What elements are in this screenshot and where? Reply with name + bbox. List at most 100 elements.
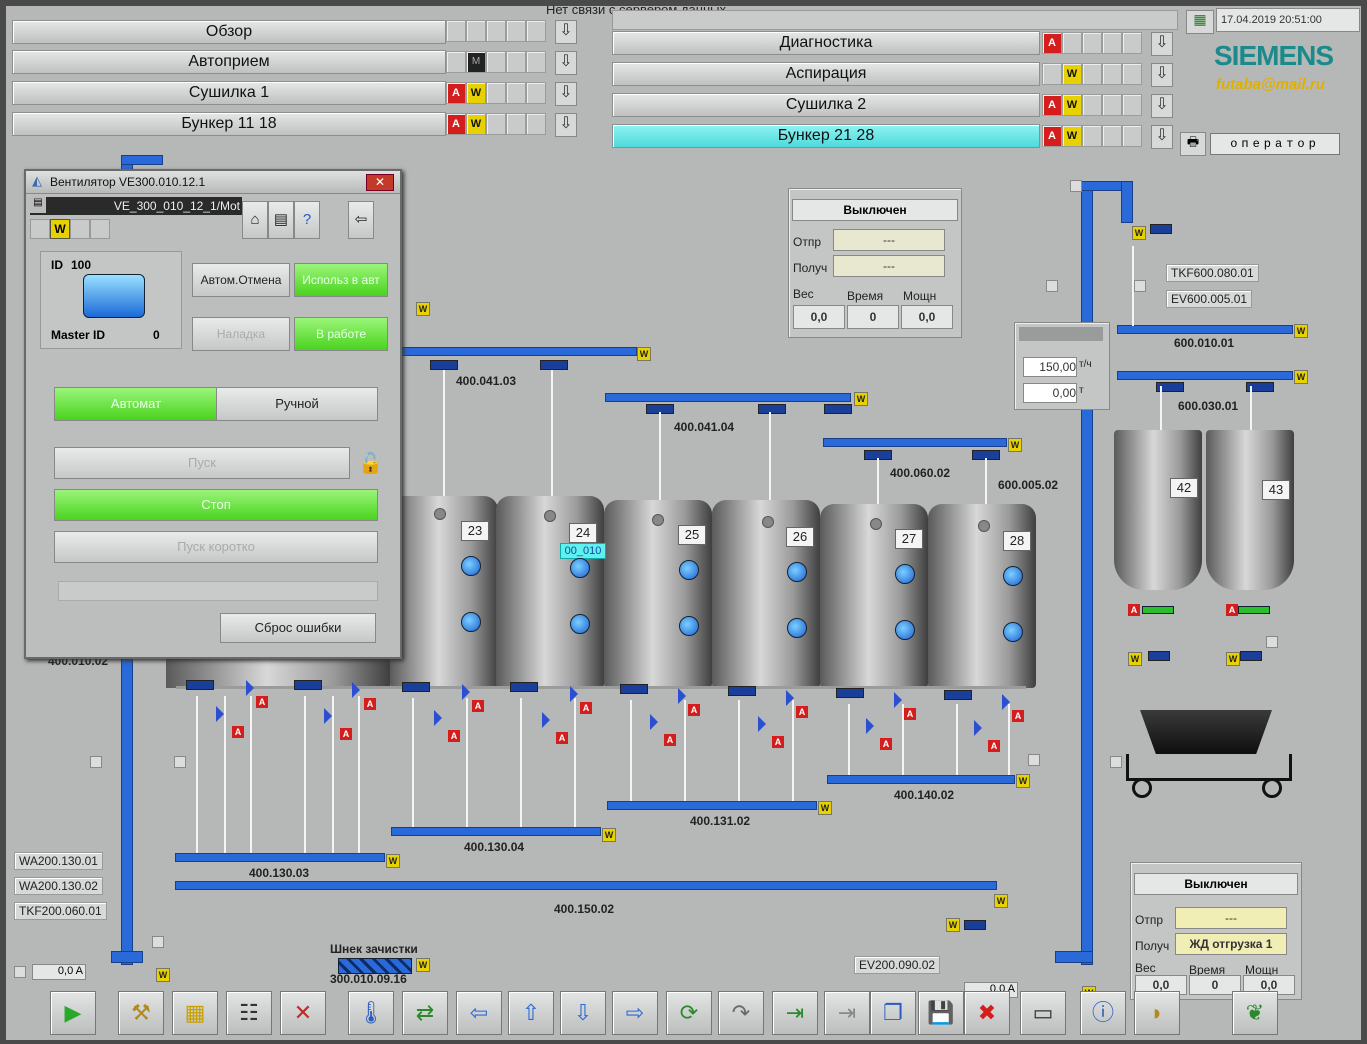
motor-icon[interactable] xyxy=(836,688,864,698)
tag-tkf600-080-01[interactable]: TKF600.080.01 xyxy=(1166,264,1259,282)
valve-icon[interactable] xyxy=(324,708,332,724)
fan-icon[interactable] xyxy=(679,616,699,636)
printer-icon[interactable]: 🖶 xyxy=(1180,132,1206,156)
valve-icon[interactable] xyxy=(866,718,874,734)
motor-icon[interactable] xyxy=(402,682,430,692)
tag-ev200-090-02[interactable]: EV200.090.02 xyxy=(854,956,941,974)
home-icon[interactable]: ⌂ xyxy=(242,201,268,239)
list-icon[interactable]: ☷ xyxy=(226,991,272,1035)
motor-icon[interactable] xyxy=(186,680,214,690)
auto-cancel-button[interactable]: Автом.Отмена xyxy=(192,263,290,297)
nav-auto-receive[interactable]: Автоприем xyxy=(12,50,446,74)
tag-wa200-130-02[interactable]: WA200.130.02 xyxy=(14,877,103,895)
thermometer-icon[interactable]: 🌡 xyxy=(348,991,394,1035)
motor-icon[interactable] xyxy=(728,686,756,696)
fan-icon[interactable] xyxy=(461,556,481,576)
motor-icon[interactable] xyxy=(824,404,852,414)
reset-error-button[interactable]: Сброс ошибки xyxy=(220,613,376,643)
export-icon[interactable]: ⇥ xyxy=(824,991,870,1035)
motor-icon[interactable] xyxy=(430,360,458,370)
fan-icon[interactable] xyxy=(570,558,590,578)
report-icon[interactable]: ▦ xyxy=(172,991,218,1035)
valve-icon[interactable] xyxy=(542,712,550,728)
arrow-down-icon[interactable]: ⇩ xyxy=(1151,32,1173,56)
arrow-down-icon[interactable]: ⇩ xyxy=(555,20,577,44)
lock-icon[interactable]: 🔓 xyxy=(358,451,383,476)
arrow-down-icon[interactable]: ⇩ xyxy=(560,991,606,1035)
fan-icon[interactable] xyxy=(1003,622,1023,642)
arrow-right-icon[interactable]: ⇨ xyxy=(612,991,658,1035)
nav-dryer-2[interactable]: Сушилка 2 xyxy=(612,93,1040,117)
silo-43[interactable] xyxy=(1206,430,1294,590)
nav-diagnostics[interactable]: Диагностика xyxy=(612,31,1040,55)
silo-42[interactable] xyxy=(1114,430,1202,590)
user-field[interactable]: оператор xyxy=(1210,133,1340,155)
motor-icon[interactable] xyxy=(510,682,538,692)
fan-icon[interactable] xyxy=(679,560,699,580)
tools-icon[interactable]: ⚒ xyxy=(118,991,164,1035)
gate-icon[interactable] xyxy=(1238,606,1270,614)
start-short-button[interactable]: Пуск коротко xyxy=(54,531,378,563)
help-icon[interactable]: ? xyxy=(294,201,320,239)
motor-icon[interactable] xyxy=(1150,224,1172,234)
nav-dryer-1[interactable]: Сушилка 1 xyxy=(12,81,446,105)
start-button[interactable]: Пуск xyxy=(54,447,350,479)
tag-tkf200-060-01[interactable]: TKF200.060.01 xyxy=(14,902,107,920)
motor-icon[interactable] xyxy=(944,690,972,700)
transfer-icon[interactable]: ⇄ xyxy=(402,991,448,1035)
valve-icon[interactable] xyxy=(434,710,442,726)
stop-button[interactable]: Стоп xyxy=(54,489,378,521)
sound-icon[interactable]: ◗ xyxy=(1134,991,1180,1035)
rail-car-icon[interactable] xyxy=(1140,710,1272,754)
nav-aspiration[interactable]: Аспирация xyxy=(612,62,1040,86)
window-titlebar[interactable]: ◭ Вентилятор VE300.010.12.1 ✕ xyxy=(26,171,400,194)
valve-icon[interactable] xyxy=(758,716,766,732)
motor-icon[interactable] xyxy=(294,680,322,690)
tag-wa200-130-01[interactable]: WA200.130.01 xyxy=(14,852,103,870)
arrow-left-icon[interactable]: ⇦ xyxy=(456,991,502,1035)
motor-icon[interactable] xyxy=(620,684,648,694)
to-field[interactable]: --- xyxy=(833,255,945,277)
motor-icon[interactable] xyxy=(758,404,786,414)
to-field[interactable]: ЖД отгрузка 1 xyxy=(1175,933,1287,955)
mode-auto-button[interactable]: Автомат xyxy=(54,387,218,421)
motor-icon[interactable] xyxy=(964,920,986,930)
valve-icon[interactable] xyxy=(894,692,902,708)
nav-overview[interactable]: Обзор xyxy=(12,20,446,44)
import-icon[interactable]: ⇥ xyxy=(772,991,818,1035)
save-icon[interactable]: 💾 xyxy=(918,991,964,1035)
arrow-down-icon[interactable]: ⇩ xyxy=(1151,94,1173,118)
arrow-down-icon[interactable]: ⇩ xyxy=(555,51,577,75)
arrow-down-icon[interactable]: ⇩ xyxy=(555,82,577,106)
refresh-icon[interactable]: ⟳ xyxy=(666,991,712,1035)
use-in-auto-button[interactable]: Использ в авт xyxy=(294,263,388,297)
document-icon[interactable]: ▤ xyxy=(268,201,294,239)
fan-icon[interactable] xyxy=(787,618,807,638)
delete-icon[interactable]: ✖ xyxy=(964,991,1010,1035)
redo-icon[interactable]: ↷ xyxy=(718,991,764,1035)
fan-icon[interactable] xyxy=(1003,566,1023,586)
motor-icon[interactable] xyxy=(1240,651,1262,661)
setup-button[interactable]: Наладка xyxy=(192,317,290,351)
from-field[interactable]: --- xyxy=(833,229,945,251)
arrow-up-icon[interactable]: ⇧ xyxy=(508,991,554,1035)
tag-ev600-005-01[interactable]: EV600.005.01 xyxy=(1166,290,1253,308)
valve-icon[interactable] xyxy=(246,680,254,696)
fan-icon[interactable] xyxy=(787,562,807,582)
calendar-icon[interactable]: ▦ xyxy=(1186,10,1214,34)
arrow-down-icon[interactable]: ⇩ xyxy=(1151,63,1173,87)
fan-icon[interactable] xyxy=(895,564,915,584)
arrow-down-icon[interactable]: ⇩ xyxy=(555,113,577,137)
motor-icon[interactable] xyxy=(1148,651,1170,661)
valve-icon[interactable] xyxy=(216,706,224,722)
screen-icon[interactable]: ▭ xyxy=(1020,991,1066,1035)
plant-icon[interactable]: ❦ xyxy=(1232,991,1278,1035)
fan-icon[interactable] xyxy=(570,614,590,634)
valve-icon[interactable] xyxy=(974,720,982,736)
fan-icon[interactable] xyxy=(461,612,481,632)
play-icon[interactable]: ▶ xyxy=(50,991,96,1035)
trend-icon[interactable]: ✕ xyxy=(280,991,326,1035)
close-icon[interactable]: ✕ xyxy=(366,174,394,191)
arrow-down-icon[interactable]: ⇩ xyxy=(1151,125,1173,149)
motor-icon[interactable] xyxy=(540,360,568,370)
